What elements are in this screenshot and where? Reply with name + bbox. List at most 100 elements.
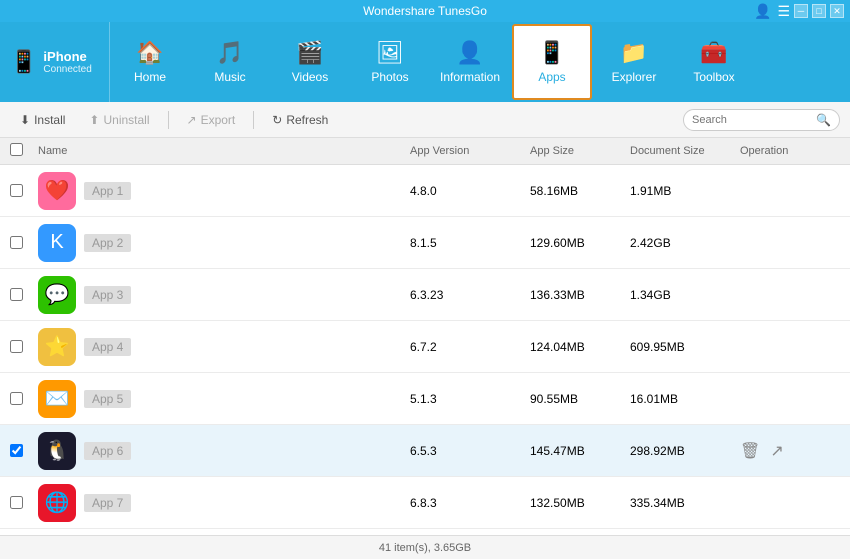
row-checkbox[interactable] [10,392,23,405]
row-doc-size: 1.91MB [630,184,740,198]
header-name: Name [38,145,410,157]
apps-icon: 📱 [538,40,565,66]
app-name: App 4 [84,338,131,356]
nav-item-toolbox[interactable]: 🧰 Toolbox [674,22,754,102]
table-row[interactable]: 💬 App 3 6.3.23 136.33MB 1.34GB [0,269,850,321]
row-version: 6.7.2 [410,340,530,354]
nav-label-explorer: Explorer [612,70,657,84]
row-check[interactable] [10,236,38,249]
header-version: App Version [410,145,530,157]
install-label: Install [34,113,65,127]
row-name-cell: ❤️ App 1 [38,172,410,210]
row-name-cell: 🌐 App 7 [38,484,410,522]
row-version: 6.3.23 [410,288,530,302]
device-icon: 📱 [10,49,37,75]
app-icon: K [38,224,76,262]
nav-item-photos[interactable]: 🖼 Photos [350,22,430,102]
header-doc: Document Size [630,145,740,157]
app-name: App 3 [84,286,131,304]
delete-icon[interactable]: 🗑 [740,441,760,461]
row-doc-size: 609.95MB [630,340,740,354]
close-button[interactable]: ✕ [830,4,844,18]
uninstall-label: Uninstall [103,113,149,127]
export-button[interactable]: ↗ Export [177,109,246,131]
search-input[interactable] [692,114,812,126]
maximize-button[interactable]: □ [812,4,826,18]
table-row[interactable]: 🐧 App 6 6.5.3 145.47MB 298.92MB 🗑 ↗ [0,425,850,477]
table-row[interactable]: 🌐 App 7 6.8.3 132.50MB 335.34MB [0,477,850,529]
refresh-icon: ↻ [272,113,282,127]
nav-item-home[interactable]: 🏠 Home [110,22,190,102]
app-name: App 1 [84,182,131,200]
window-controls: ─ □ ✕ [794,4,844,18]
app-name: App 5 [84,390,131,408]
row-operations: 🗑 ↗ [740,441,840,461]
user-icon[interactable]: 👤 [754,3,771,20]
row-checkbox[interactable] [10,444,23,457]
row-size: 124.04MB [530,340,630,354]
nav-label-information: Information [440,70,500,84]
table-row[interactable]: ⭐ App 4 6.7.2 124.04MB 609.95MB [0,321,850,373]
row-name-cell: 💬 App 3 [38,276,410,314]
menu-icon[interactable]: ☰ [777,3,790,20]
row-doc-size: 16.01MB [630,392,740,406]
row-check[interactable] [10,392,38,405]
header-op: Operation [740,145,840,157]
install-button[interactable]: ⬇ Install [10,109,75,131]
nav-item-apps[interactable]: 📱 Apps [512,24,592,100]
nav-item-videos[interactable]: 🎬 Videos [270,22,350,102]
row-check[interactable] [10,496,38,509]
app-name: App 7 [84,494,131,512]
row-size: 58.16MB [530,184,630,198]
toolbar-separator-2 [253,111,254,129]
photos-icon: 🖼 [376,40,404,66]
row-checkbox[interactable] [10,496,23,509]
select-all-checkbox[interactable] [10,143,23,156]
videos-icon: 🎬 [296,40,323,66]
device-info: 📱 iPhone Connected [0,22,110,102]
app-name: App 2 [84,234,131,252]
device-status: Connected [43,64,91,75]
nav-bar: 📱 iPhone Connected 🏠 Home 🎵 Music 🎬 Vide… [0,22,850,102]
status-bar: 41 item(s), 3.65GB [0,535,850,559]
explorer-icon: 📁 [620,40,647,66]
row-check[interactable] [10,288,38,301]
row-name-cell: 🐧 App 6 [38,432,410,470]
row-checkbox[interactable] [10,184,23,197]
row-checkbox[interactable] [10,236,23,249]
row-version: 5.1.3 [410,392,530,406]
header-size: App Size [530,145,630,157]
row-check[interactable] [10,340,38,353]
row-checkbox[interactable] [10,288,23,301]
row-doc-size: 298.92MB [630,444,740,458]
export-label: Export [201,113,236,127]
uninstall-button[interactable]: ⬆ Uninstall [79,109,159,131]
row-version: 6.5.3 [410,444,530,458]
nav-item-information[interactable]: 👤 Information [430,22,510,102]
nav-item-explorer[interactable]: 📁 Explorer [594,22,674,102]
install-icon: ⬇ [20,113,30,127]
row-check[interactable] [10,444,38,457]
row-size: 136.33MB [530,288,630,302]
refresh-button[interactable]: ↻ Refresh [262,109,338,131]
search-box[interactable]: 🔍 [683,109,840,131]
nav-items: 🏠 Home 🎵 Music 🎬 Videos 🖼 Photos 👤 Infor… [110,22,850,102]
row-name-cell: ⭐ App 4 [38,328,410,366]
app-title: Wondershare TunesGo [363,4,487,18]
export-row-icon[interactable]: ↗ [770,441,783,461]
row-name-cell: ✉️ App 5 [38,380,410,418]
header-check[interactable] [10,143,38,159]
table-row[interactable]: ✉️ App 5 5.1.3 90.55MB 16.01MB [0,373,850,425]
table-header: Name App Version App Size Document Size … [0,138,850,165]
nav-item-music[interactable]: 🎵 Music [190,22,270,102]
app-icon: 💬 [38,276,76,314]
table-row[interactable]: ❤️ App 1 4.8.0 58.16MB 1.91MB [0,165,850,217]
toolbar: ⬇ Install ⬆ Uninstall ↗ Export ↻ Refresh… [0,102,850,138]
table-row[interactable]: K App 2 8.1.5 129.60MB 2.42GB [0,217,850,269]
toolbar-separator [168,111,169,129]
nav-label-photos: Photos [371,70,408,84]
minimize-button[interactable]: ─ [794,4,808,18]
row-version: 8.1.5 [410,236,530,250]
row-checkbox[interactable] [10,340,23,353]
row-check[interactable] [10,184,38,197]
